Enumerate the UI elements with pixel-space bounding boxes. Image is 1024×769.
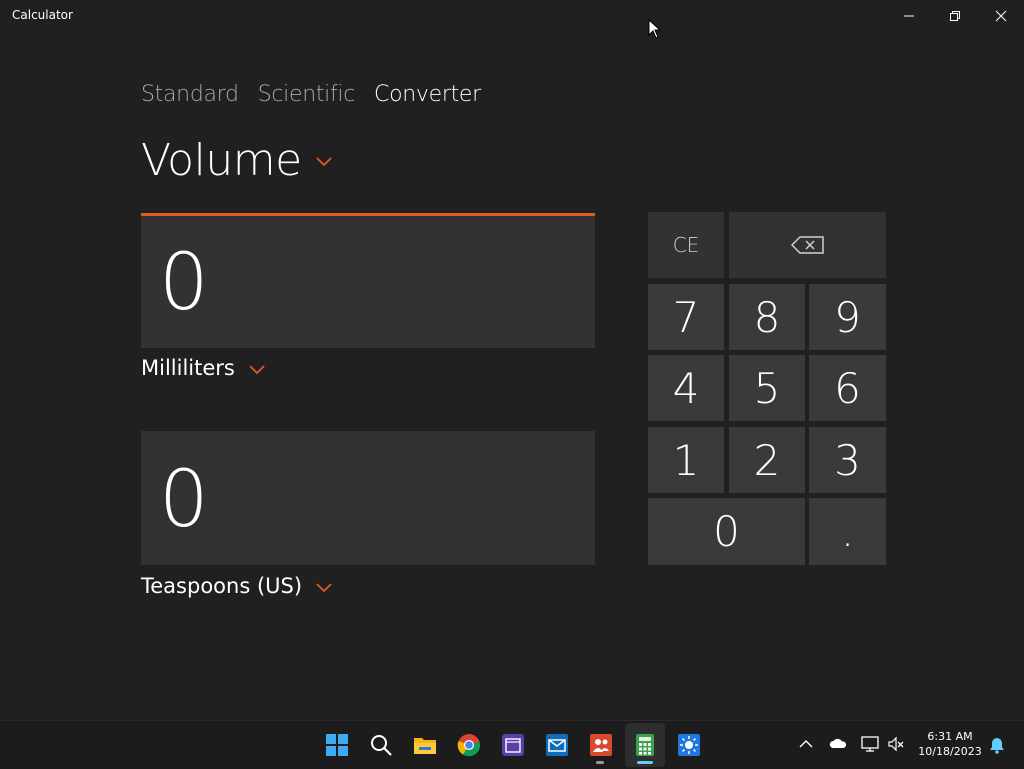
to-unit-label: Teaspoons (US) [141,574,303,598]
mouse-cursor-icon [648,19,662,39]
close-icon [995,10,1007,22]
from-value: 0 [159,238,209,328]
close-button[interactable] [978,0,1024,32]
network-icon[interactable] [861,736,879,752]
onedrive-icon[interactable] [829,737,847,749]
chevron-up-icon[interactable] [799,739,813,749]
digit-7-button[interactable]: 7 [648,284,724,350]
chevron-down-icon [249,364,265,374]
weather-icon[interactable] [677,733,701,757]
start-icon[interactable] [325,733,349,757]
digit-5-button[interactable]: 5 [729,355,805,421]
volume-muted-icon[interactable] [887,736,905,752]
chrome-icon[interactable] [457,733,481,757]
digit-9-button[interactable]: 9 [809,284,886,350]
mail-icon[interactable] [545,733,569,757]
chevron-down-icon [316,157,332,167]
restore-button[interactable] [932,0,978,32]
digit-0-button[interactable]: 0 [648,498,805,565]
to-unit-selector[interactable]: Teaspoons (US) [141,574,332,598]
clock-date: 10/18/2023 [918,745,982,758]
to-value-field[interactable]: 0 [141,431,595,565]
teams-icon[interactable] [589,733,613,757]
search-icon[interactable] [369,733,393,757]
window-title: Calculator [12,8,73,22]
clock-time: 6:31 AM [927,730,973,743]
taskbar-clock[interactable]: 6:31 AM 10/18/2023 [916,729,984,759]
from-unit-selector[interactable]: Milliliters [141,356,265,380]
digit-3-button[interactable]: 3 [809,427,886,493]
backspace-icon [790,236,824,254]
decimal-button[interactable]: . [809,498,886,565]
digit-1-button[interactable]: 1 [648,427,724,493]
teams-running-indicator [596,761,604,764]
minimize-icon [904,15,914,17]
calculator-active-indicator [637,761,653,764]
file-explorer-icon[interactable] [413,733,437,757]
notification-bell-icon[interactable] [989,736,1005,754]
digit-4-button[interactable]: 4 [648,355,724,421]
mode-tabs: Standard Scientific Converter [141,82,500,112]
tab-standard[interactable]: Standard [141,82,239,112]
tab-scientific[interactable]: Scientific [258,82,356,112]
category-label: Volume [141,134,302,186]
category-selector[interactable]: Volume [141,130,332,190]
keypad: CE 7 8 9 4 5 6 1 2 3 0 . [648,212,886,566]
taskbar: 6:31 AM 10/18/2023 [0,720,1024,769]
digit-2-button[interactable]: 2 [729,427,805,493]
to-value: 0 [159,455,209,545]
clear-entry-button[interactable]: CE [648,212,724,278]
calendar-app-icon[interactable] [501,733,525,757]
calculator-icon[interactable] [633,733,657,757]
restore-icon [950,11,960,21]
title-bar: Calculator [0,0,1024,32]
tab-converter[interactable]: Converter [374,82,481,112]
from-value-field[interactable]: 0 [141,213,595,348]
digit-6-button[interactable]: 6 [809,355,886,421]
digit-8-button[interactable]: 8 [729,284,805,350]
from-unit-label: Milliliters [141,356,235,380]
minimize-button[interactable] [886,0,932,32]
backspace-button[interactable] [729,212,886,278]
chevron-down-icon [316,582,332,592]
